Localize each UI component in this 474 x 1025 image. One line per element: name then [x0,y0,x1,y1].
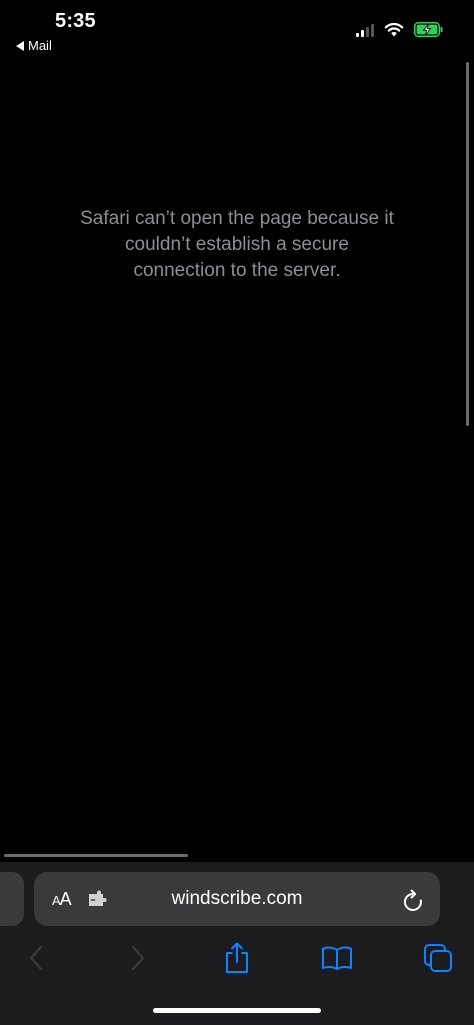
status-icons [356,22,444,37]
book-icon [322,946,352,970]
error-message-line: connection to the server. [133,260,341,281]
status-time: 5:35 [55,10,96,32]
error-message: Safari can’t open the page because it co… [0,206,474,284]
horizontal-scroll-indicator [4,854,188,857]
share-icon [226,942,248,973]
home-indicator[interactable] [153,1008,321,1013]
cellular-signal-icon [356,23,374,37]
tabs-icon [424,944,452,972]
back-to-app-button[interactable]: Mail [16,38,52,53]
back-triangle-icon [16,40,24,51]
reload-icon[interactable] [402,888,424,912]
error-message-line: couldn’t establish a secure [125,234,349,255]
error-message-line: Safari can’t open the page because it [80,208,394,229]
previous-tab-address-bar[interactable] [0,872,24,926]
navigation-row [0,940,474,976]
extension-puzzle-icon[interactable] [88,890,108,910]
battery-charging-icon [414,22,443,37]
chevron-left-icon [29,945,43,971]
page-settings-button[interactable]: AA [52,889,72,910]
bookmarks-button[interactable] [319,940,355,976]
url-text[interactable]: windscribe.com [150,888,324,910]
forward-button[interactable] [120,940,156,976]
tabs-button[interactable] [420,940,456,976]
wifi-icon [384,22,404,37]
reader-label-large: A [59,889,72,909]
share-button[interactable] [219,940,255,976]
reader-label-small: A [52,893,61,908]
chevron-right-icon [131,945,145,971]
back-button[interactable] [18,940,54,976]
back-app-label: Mail [28,38,52,53]
